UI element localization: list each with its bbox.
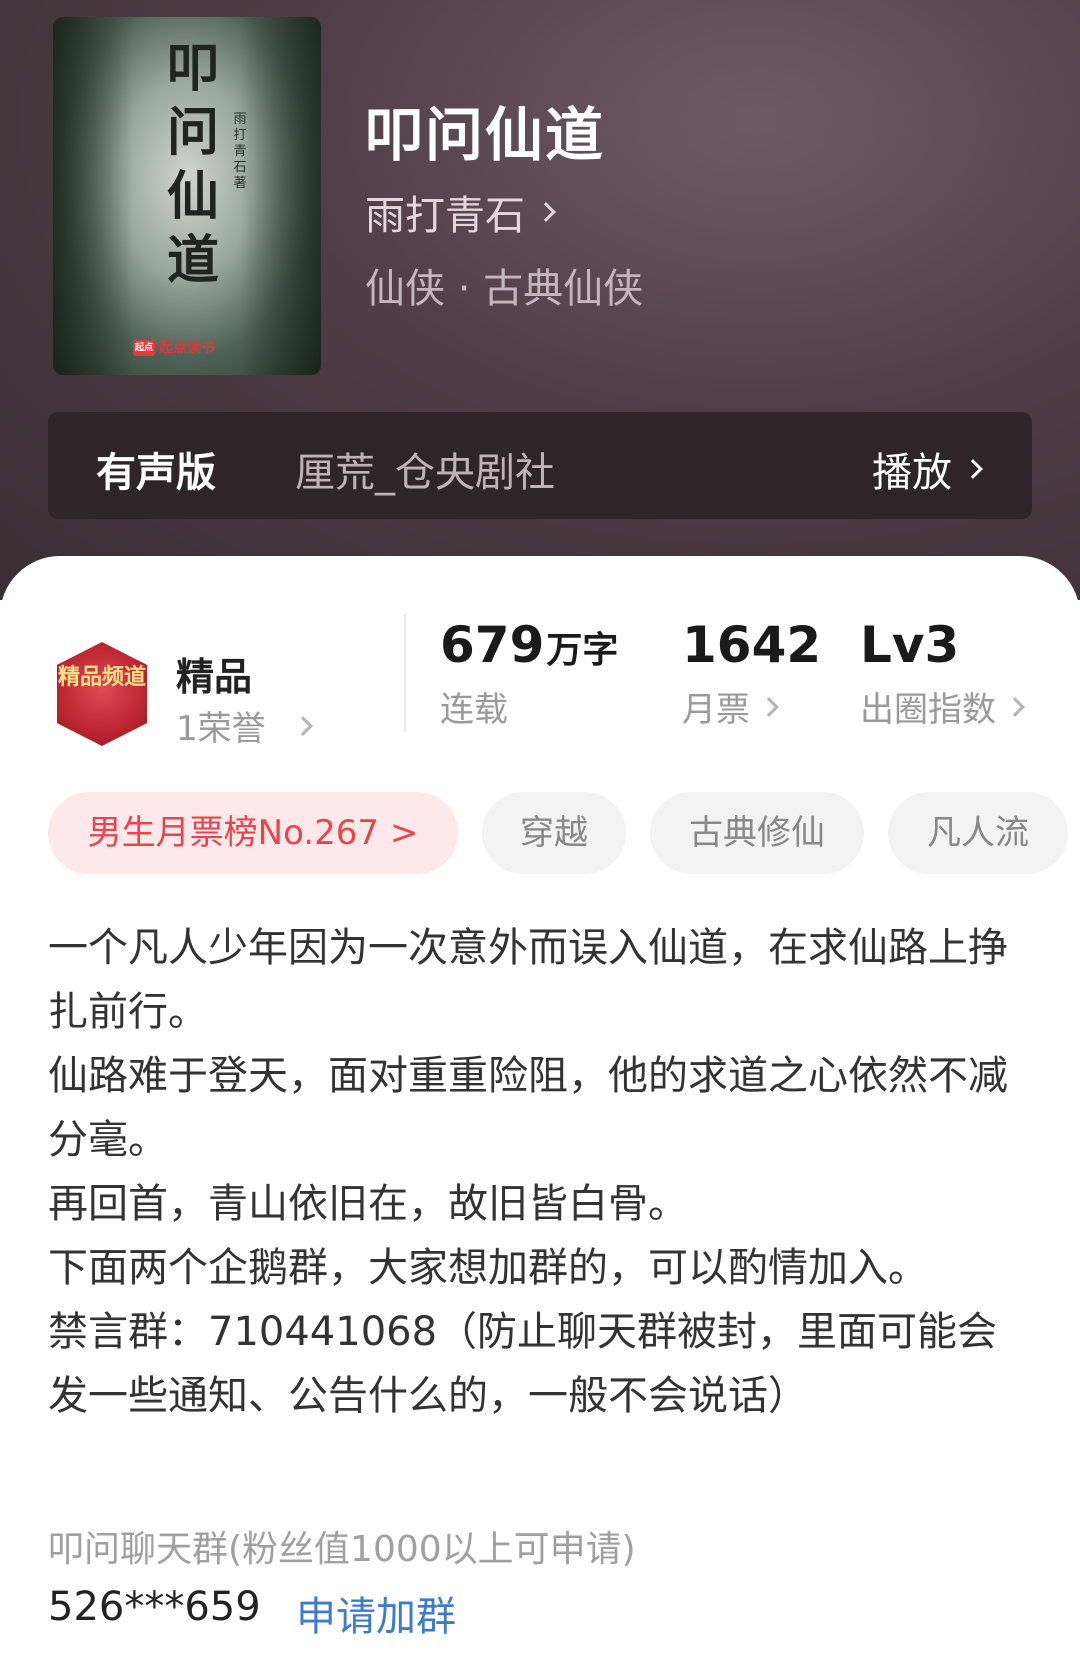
honor-count: 1荣誉: [176, 709, 266, 749]
cover-brand: 起点 起点读书: [133, 337, 263, 359]
stat-value: Lv3: [860, 616, 960, 674]
stat-unit: 万字: [546, 630, 619, 671]
premium-channel-badge[interactable]: 精品频道: [52, 642, 152, 746]
stat-popularity-index[interactable]: Lv3 出圈指数: [860, 616, 1025, 731]
book-title: 叩问仙道: [365, 101, 606, 169]
tag-chip[interactable]: 古典修仙: [650, 792, 864, 874]
author-name: 雨打青石: [365, 193, 525, 239]
author-link[interactable]: 雨打青石: [365, 183, 556, 241]
badge-shape: [57, 642, 147, 746]
chevron-right-icon: [1005, 696, 1025, 717]
tag-chip[interactable]: 凡人流: [888, 792, 1068, 874]
stat-label: 出圈指数: [860, 690, 996, 730]
honor-count-link[interactable]: 1荣誉: [176, 701, 313, 750]
description-paragraph: 仙路难于登天，面对重重险阻，他的求道之心依然不减分毫。: [48, 1053, 1008, 1163]
book-cover[interactable]: 叩问仙道 雨打青石 著 起点 起点读书: [53, 17, 321, 375]
stat-word-count: 679 万字 连载: [440, 616, 618, 731]
book-header: 叩问仙道 雨打青石 著 起点 起点读书 叩问仙道 雨打青石 仙侠 · 古典仙侠 有…: [0, 0, 1080, 600]
stat-monthly-tickets[interactable]: 1642 月票: [682, 616, 821, 731]
chevron-right-icon: [292, 715, 313, 736]
play-button[interactable]: 播放: [872, 440, 983, 498]
description-paragraph: 禁言群：710441068（防止聊天群被封，里面可能会发一些通知、公告什么的，一…: [48, 1309, 998, 1419]
book-genre: 仙侠 · 古典仙侠: [365, 266, 644, 312]
description-paragraph: 一个凡人少年因为一次意外而误入仙道，在求仙路上挣扎前行。: [48, 925, 1008, 1035]
honor-title: 精品: [176, 655, 253, 699]
group-title: 叩问聊天群(粉丝值1000以上可申请): [48, 1529, 636, 1570]
group-number: 526***659: [48, 1584, 261, 1630]
chevron-right-icon: [963, 459, 983, 479]
badge-text: 精品频道: [57, 664, 146, 690]
monthly-ticket-rank-chip[interactable]: 男生月票榜No.267 >: [48, 792, 458, 874]
audio-narrator: 厘荒_仓央剧社: [295, 450, 555, 496]
cover-brand-text: 起点读书: [159, 340, 215, 356]
chevron-right-icon: [536, 202, 556, 222]
cover-author: 雨打青石 著: [233, 112, 247, 191]
stat-value: 679: [440, 616, 545, 674]
play-label: 播放: [872, 450, 952, 496]
join-group-link[interactable]: 申请加群: [296, 1584, 456, 1642]
stat-label: 连载: [440, 690, 508, 730]
audio-version-bar[interactable]: 有声版 厘荒_仓央剧社 播放: [48, 412, 1032, 519]
description-paragraph: 再回首，青山依旧在，故旧皆白骨。: [48, 1181, 688, 1227]
cover-title: 叩问仙道: [166, 38, 219, 291]
tag-chip[interactable]: 穿越: [482, 792, 626, 874]
book-description: 一个凡人少年因为一次意外而误入仙道，在求仙路上挣扎前行。 仙路难于登天，面对重重…: [48, 916, 1008, 1428]
chevron-right-icon: [759, 696, 779, 717]
audio-label: 有声版: [96, 450, 216, 496]
stat-label: 月票: [682, 690, 750, 730]
stat-value: 1642: [682, 616, 822, 674]
description-paragraph: 下面两个企鹅群，大家想加群的，可以酌情加入。: [48, 1245, 928, 1291]
divider: [404, 614, 406, 732]
qidian-logo-icon: 起点: [133, 340, 155, 356]
